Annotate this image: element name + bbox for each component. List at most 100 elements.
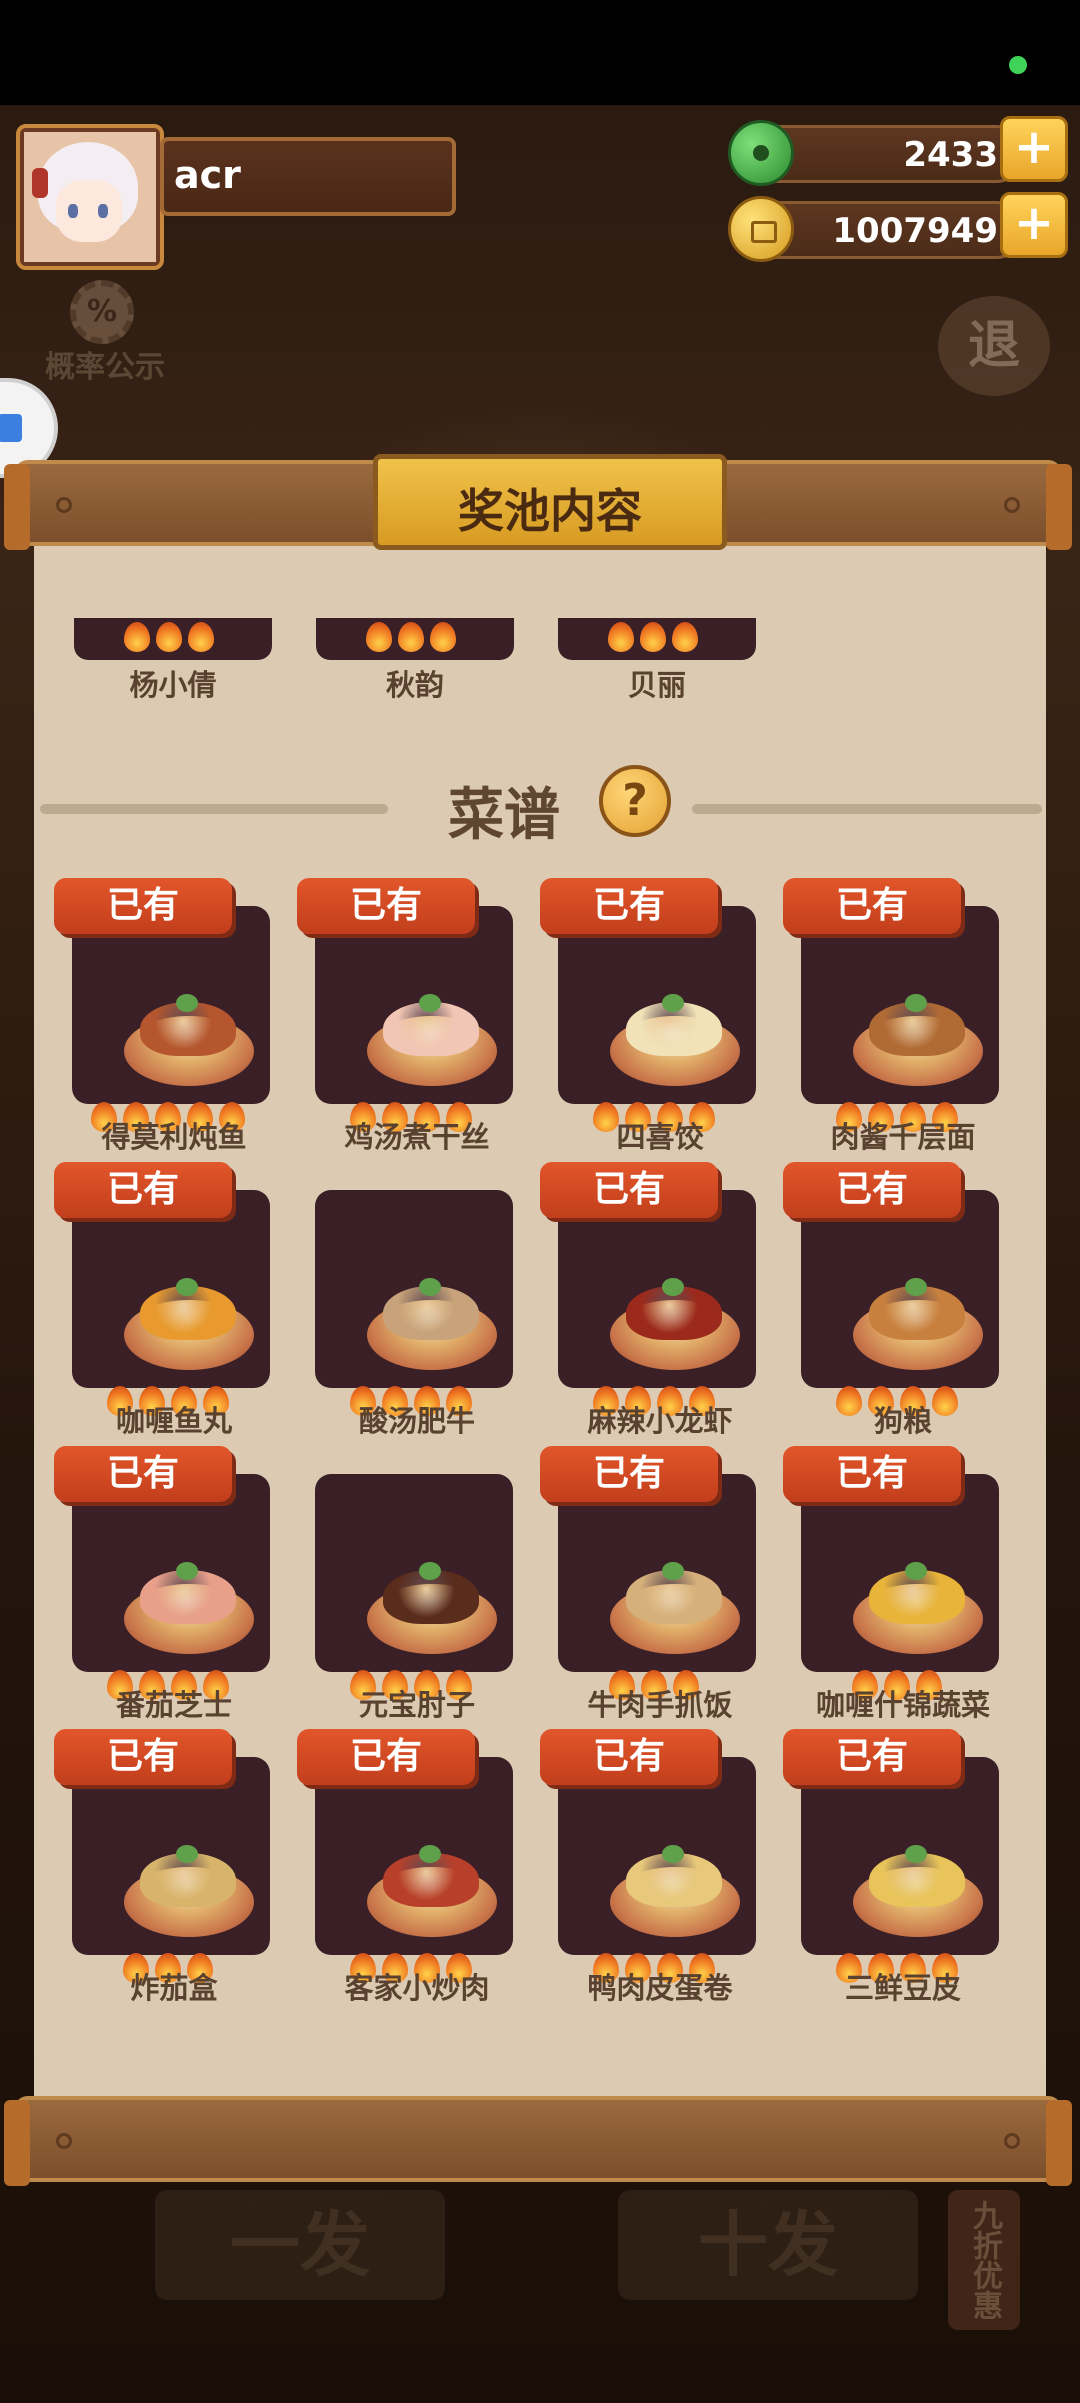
assistant-icon	[0, 414, 22, 442]
recipe-name: 肉酱千层面	[830, 1120, 976, 1154]
owned-badge-label: 已有	[106, 1736, 179, 1777]
recipe-item[interactable]: 元宝肘子	[297, 1446, 537, 1722]
status-bar	[0, 0, 1080, 105]
nail-icon	[1004, 497, 1020, 513]
recipe-card	[72, 1474, 270, 1700]
add-coins-button[interactable]: +	[1000, 192, 1068, 258]
owned-badge: 已有	[783, 1446, 961, 1502]
recipe-item[interactable]: 已有鸡汤煮干丝	[297, 878, 537, 1154]
recipe-name: 得莫利炖鱼	[101, 1120, 247, 1154]
discount-badge: 九折优惠	[948, 2190, 1020, 2330]
character-name: 贝丽	[627, 668, 686, 702]
recipe-name: 客家小炒肉	[344, 1971, 490, 2005]
exit-button[interactable]: 退	[938, 296, 1050, 396]
recipe-name: 酸汤肥牛	[358, 1404, 475, 1438]
recipe-name: 四喜饺	[616, 1120, 704, 1154]
owned-badge: 已有	[297, 878, 475, 934]
recipe-item[interactable]: 已有客家小炒肉	[297, 1729, 537, 2005]
owned-badge-label: 已有	[835, 1736, 908, 1777]
recipe-item[interactable]: 已有肉酱千层面	[783, 878, 1023, 1154]
recipe-item[interactable]: 已有 麻辣小龙虾	[540, 1162, 780, 1438]
coin-icon	[728, 196, 794, 262]
recipe-card	[801, 1757, 999, 1983]
help-icon[interactable]: ?	[599, 765, 671, 837]
owned-badge: 已有	[783, 1729, 961, 1785]
recipe-item[interactable]: 已有 牛肉手抓饭	[540, 1446, 780, 1722]
recipe-name: 鸡汤煮干丝	[344, 1120, 490, 1154]
recipe-item[interactable]: 已有鸭肉皮蛋卷	[540, 1729, 780, 2005]
player-avatar[interactable]	[16, 124, 164, 270]
player-name-box: acr	[160, 137, 456, 216]
recipe-name: 番茄芝士	[115, 1688, 232, 1722]
panel-title-plaque: 奖池内容	[373, 454, 727, 550]
add-jade-button[interactable]: +	[1000, 116, 1068, 182]
recipe-card	[801, 1474, 999, 1700]
recipe-item[interactable]: 酸汤肥牛	[297, 1162, 537, 1438]
gear-percent-icon: %	[70, 280, 134, 344]
recipe-item[interactable]: 已有番茄芝士	[54, 1446, 294, 1722]
owned-badge-label: 已有	[835, 885, 908, 926]
star-flame-icon	[124, 622, 150, 652]
garnish-icon	[905, 1278, 927, 1296]
owned-badge: 已有	[783, 1162, 961, 1218]
player-name: acr	[174, 153, 241, 197]
star-flame-icon	[366, 622, 392, 652]
star-flame-icon	[156, 622, 182, 652]
jade-icon	[728, 120, 794, 186]
probability-button[interactable]: % 概率公示	[45, 280, 165, 385]
panel-title: 奖池内容	[458, 484, 642, 538]
recipe-card	[558, 1757, 756, 1983]
character-card[interactable]	[74, 618, 272, 660]
owned-badge-label: 已有	[592, 885, 665, 926]
owned-badge: 已有	[54, 1446, 232, 1502]
owned-badge-label: 已有	[349, 885, 422, 926]
garnish-icon	[419, 1278, 441, 1296]
section-divider-right	[692, 804, 1042, 814]
recipe-item[interactable]: 已有咖喱什锦蔬菜	[783, 1446, 1023, 1722]
recipe-card	[315, 1190, 513, 1416]
recipe-card	[72, 1757, 270, 1983]
owned-badge-label: 已有	[592, 1736, 665, 1777]
owned-badge: 已有	[54, 878, 232, 934]
garnish-icon	[176, 1278, 198, 1296]
section-divider-left	[40, 804, 388, 814]
garnish-icon	[419, 994, 441, 1012]
recipe-card	[72, 906, 270, 1132]
owned-badge-label: 已有	[835, 1453, 908, 1494]
star-flame-icon	[640, 622, 666, 652]
recipe-name: 炸茄盒	[130, 1971, 218, 2005]
owned-badge: 已有	[540, 1729, 718, 1785]
owned-badge-label: 已有	[106, 1453, 179, 1494]
nail-icon	[56, 497, 72, 513]
star-flame-icon	[672, 622, 698, 652]
nail-icon	[56, 2133, 72, 2149]
owned-badge: 已有	[54, 1729, 232, 1785]
recipe-item[interactable]: 已有得莫利炖鱼	[54, 878, 294, 1154]
star-flame-icon	[188, 622, 214, 652]
character-card[interactable]	[316, 618, 514, 660]
recipe-item[interactable]: 已有炸茄盒	[54, 1729, 294, 2005]
recipe-item[interactable]: 已有四喜饺	[540, 878, 780, 1154]
recipe-name: 鸭肉皮蛋卷	[587, 1971, 733, 2005]
coin-balance: 1007949	[832, 211, 998, 251]
recipe-card	[558, 1190, 756, 1416]
recipe-item[interactable]: 已有 咖喱鱼丸	[54, 1162, 294, 1438]
recipe-item[interactable]: 已有 狗粮	[783, 1162, 1023, 1438]
recipe-name: 咖喱什锦蔬菜	[815, 1688, 990, 1722]
owned-badge: 已有	[540, 1162, 718, 1218]
owned-badge: 已有	[297, 1729, 475, 1785]
recipe-card	[315, 906, 513, 1132]
privacy-indicator-dot	[1009, 56, 1027, 74]
character-name: 秋韵	[385, 668, 444, 702]
owned-badge: 已有	[540, 878, 718, 934]
recipes-section-title: 菜谱	[448, 783, 560, 848]
garnish-icon	[662, 994, 684, 1012]
garnish-icon	[662, 1278, 684, 1296]
garnish-icon	[419, 1562, 441, 1580]
owned-badge-label: 已有	[592, 1453, 665, 1494]
star-flame-icon	[608, 622, 634, 652]
character-card[interactable]	[558, 618, 756, 660]
garnish-icon	[176, 1845, 198, 1863]
recipe-item[interactable]: 已有 三鲜豆皮	[783, 1729, 1023, 2005]
owned-badge-label: 已有	[106, 885, 179, 926]
